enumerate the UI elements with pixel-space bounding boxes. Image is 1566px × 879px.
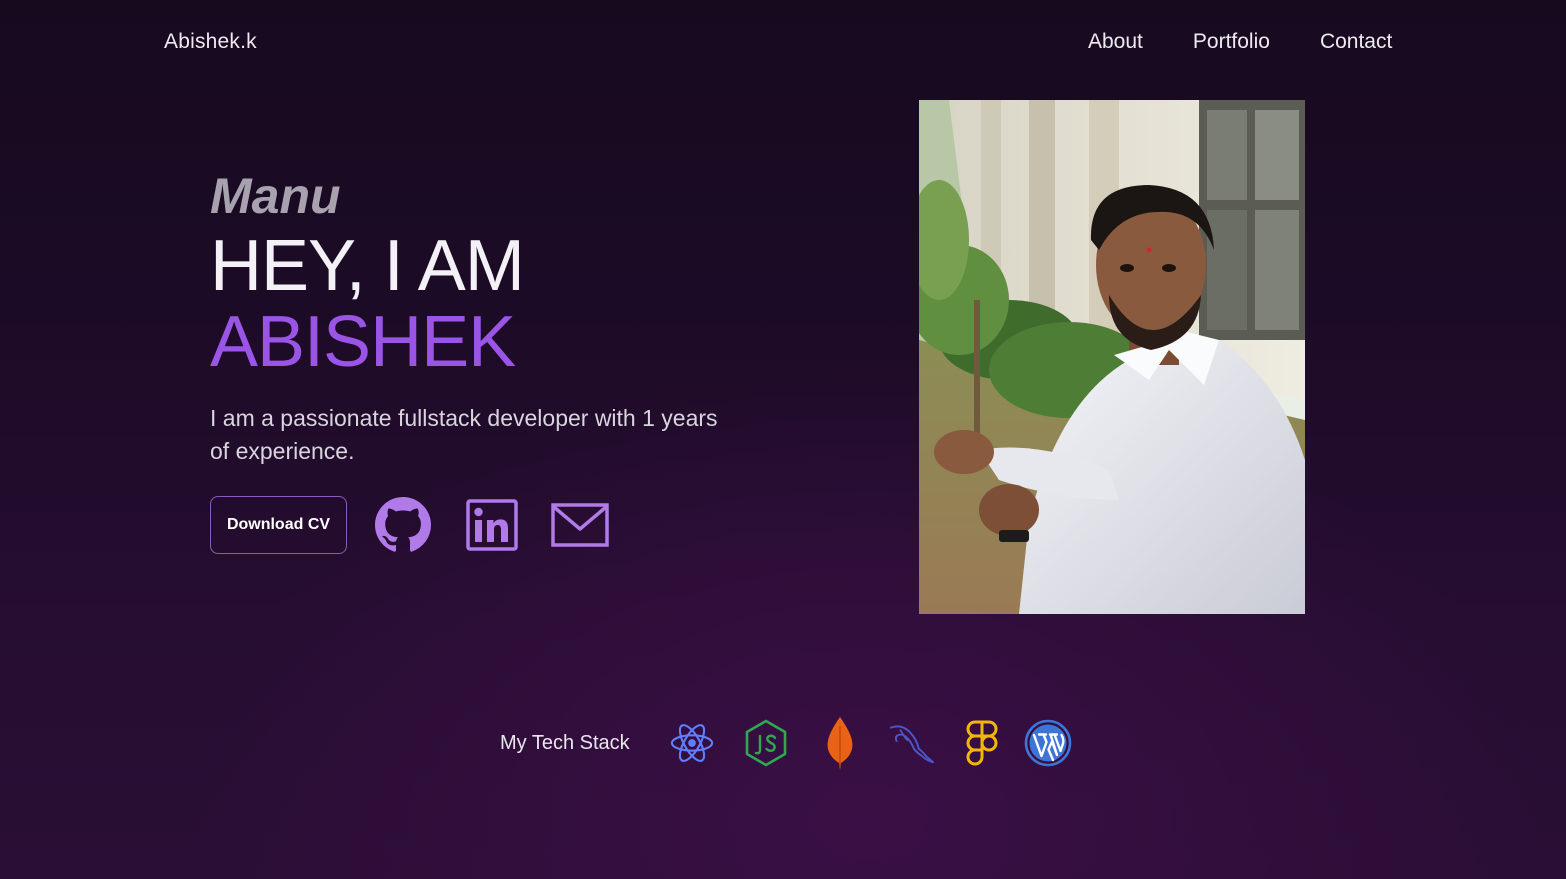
top-nav: About Portfolio Contact: [1088, 30, 1392, 54]
profile-photo: [919, 100, 1305, 614]
mail-icon[interactable]: [551, 502, 609, 548]
nav-link-about[interactable]: About: [1088, 30, 1143, 54]
hero-name: ABISHEK: [210, 302, 516, 382]
figma-icon: [958, 717, 1006, 769]
wordpress-icon: [1024, 717, 1072, 769]
nodejs-icon: [742, 717, 790, 769]
mongodb-icon: [816, 717, 864, 770]
nav-link-portfolio[interactable]: Portfolio: [1193, 30, 1270, 54]
github-icon[interactable]: [375, 497, 431, 553]
hero-nickname: Manu: [210, 168, 341, 224]
linkedin-icon[interactable]: [466, 499, 518, 551]
hero-bio: I am a passionate fullstack developer wi…: [210, 405, 718, 464]
download-cv-button[interactable]: Download CV: [210, 496, 347, 554]
mysql-icon: [888, 717, 936, 769]
hero-section: Manu HEY, I AM ABISHEK I am a passionate…: [210, 168, 730, 554]
nav-link-contact[interactable]: Contact: [1320, 30, 1392, 54]
hero-greeting: HEY, I AM: [210, 226, 525, 306]
react-icon: [668, 717, 716, 769]
hero-actions: Download CV: [210, 496, 730, 554]
brand-logo[interactable]: Abishek.k: [164, 30, 257, 54]
tech-stack: My Tech Stack: [500, 716, 1072, 770]
tech-stack-label: My Tech Stack: [500, 731, 630, 754]
